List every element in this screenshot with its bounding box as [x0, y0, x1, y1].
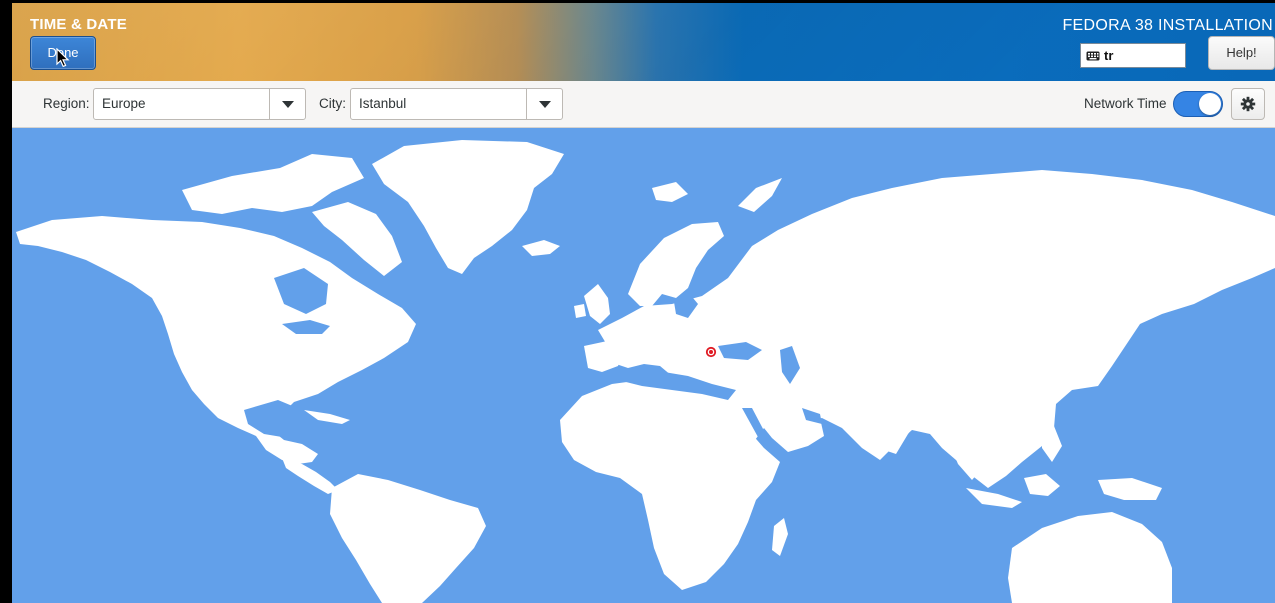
region-combobox[interactable]: Europe [93, 88, 306, 120]
gear-icon [1240, 96, 1256, 112]
land-ireland [574, 304, 586, 318]
dropdown-arrow-icon [538, 100, 551, 108]
land-caribbean [304, 410, 350, 424]
land-madagascar [772, 518, 788, 556]
land-central-america [282, 458, 338, 494]
land-uk [584, 284, 610, 324]
product-title: FEDORA 38 INSTALLATION [1062, 17, 1273, 34]
land-svalbard [652, 182, 688, 202]
help-button[interactable]: Help! [1208, 36, 1275, 70]
land-novaya-zemlya [738, 178, 782, 212]
header-bar: TIME & DATE Done FEDORA 38 INSTALLATION … [12, 3, 1275, 81]
region-dropdown-button[interactable] [269, 89, 305, 119]
region-value: Europe [102, 96, 146, 111]
land-indonesia-2 [1024, 474, 1060, 496]
keyboard-layout-label: tr [1104, 48, 1114, 63]
location-pin-icon [705, 346, 717, 358]
screen-left-edge [0, 0, 12, 603]
dropdown-arrow-icon [281, 100, 294, 108]
land-new-guinea [1098, 478, 1162, 500]
network-time-switch[interactable] [1173, 91, 1223, 117]
screen-title: TIME & DATE [30, 16, 127, 33]
land-indonesia-1 [966, 488, 1022, 508]
land-north-america [16, 216, 416, 464]
city-dropdown-button[interactable] [526, 89, 562, 119]
world-map[interactable] [12, 128, 1275, 603]
city-label: City: [319, 96, 346, 111]
city-value: Istanbul [359, 96, 407, 111]
timezone-toolbar: Region: Europe City: Istanbul Network Ti… [12, 81, 1275, 128]
land-iceland [522, 240, 560, 256]
world-map-graphic [16, 140, 1275, 603]
keyboard-layout-indicator[interactable]: tr [1080, 43, 1186, 68]
ntp-settings-button[interactable] [1231, 88, 1265, 120]
mouse-cursor-icon [56, 48, 70, 68]
keyboard-icon [1086, 51, 1100, 60]
region-label: Region: [43, 96, 90, 111]
switch-knob [1199, 93, 1221, 115]
network-time-label: Network Time [1084, 96, 1167, 111]
land-arctic-islands [182, 154, 364, 214]
city-combobox[interactable]: Istanbul [350, 88, 563, 120]
land-australia [1008, 512, 1172, 603]
land-philippines [1042, 426, 1062, 462]
land-south-america [330, 474, 486, 603]
